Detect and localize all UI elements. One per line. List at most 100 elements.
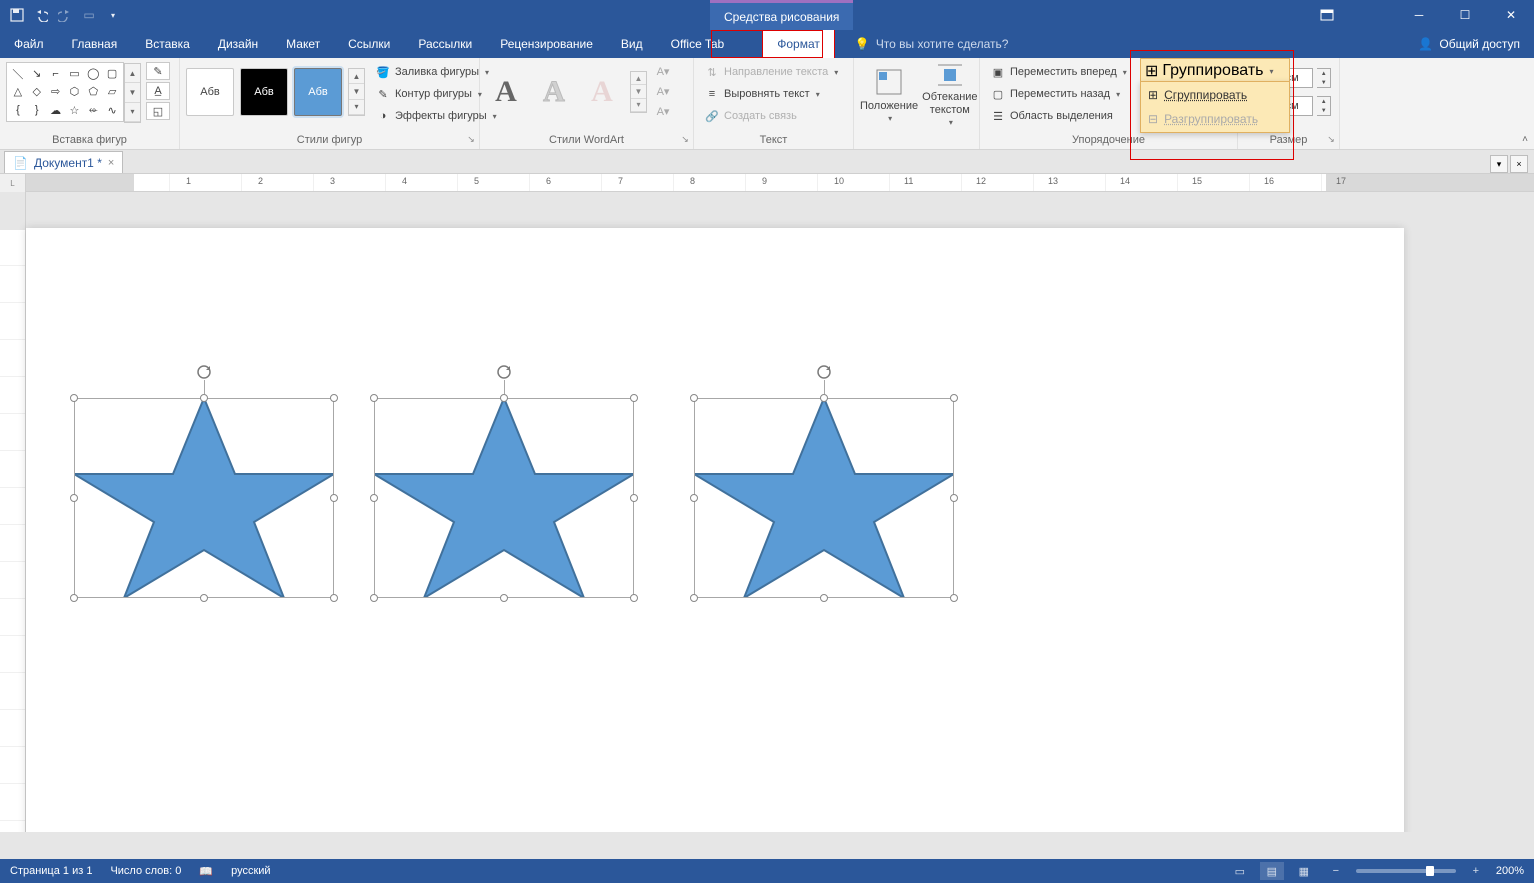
shape-hexagon-icon[interactable]: ⬡	[66, 83, 84, 100]
shapes-gallery[interactable]: ＼ ↘ ⌐ ▭ ◯ ▢ △ ◇ ⇨ ⬡ ⬠ ▱ { } ☁ ☆ ⬰ ∿ ▲▼▾	[6, 62, 124, 122]
status-words[interactable]: Число слов: 0	[110, 865, 181, 877]
wordart-gallery[interactable]: A A A ▲▼▾	[486, 62, 647, 122]
height-spinner[interactable]: ▲▼	[1317, 68, 1331, 88]
selection-pane-button[interactable]: ☰Область выделения	[986, 106, 1131, 126]
zoom-slider-thumb[interactable]	[1426, 866, 1434, 876]
shape-roundrect-icon[interactable]: ▢	[103, 65, 121, 82]
redo-icon[interactable]	[56, 6, 74, 24]
minimize-button[interactable]: ─	[1396, 0, 1442, 30]
shape-banner-icon[interactable]: ⬰	[84, 102, 102, 119]
resize-handle[interactable]	[690, 594, 698, 602]
maximize-button[interactable]: ☐	[1442, 0, 1488, 30]
tab-officetab[interactable]: Office Tab	[657, 30, 739, 58]
shape-star-2[interactable]	[374, 398, 634, 598]
resize-handle[interactable]	[330, 594, 338, 602]
resize-handle[interactable]	[370, 594, 378, 602]
tab-references[interactable]: Ссылки	[334, 30, 404, 58]
ruler-horizontal[interactable]: 1 2 3 4 5 6 7 8 9 10 11 12 13 14 15 16 1…	[26, 174, 1534, 192]
resize-handle[interactable]	[70, 594, 78, 602]
wrap-text-button[interactable]: Обтекание текстом▾	[922, 62, 977, 126]
shape-brace-icon[interactable]: {	[9, 102, 27, 119]
shape-brace2-icon[interactable]: }	[28, 102, 46, 119]
collapse-ribbon-icon[interactable]: ˄	[1522, 134, 1528, 145]
position-button[interactable]: Положение▾	[860, 62, 918, 126]
size-launcher-icon[interactable]: ↘	[1325, 134, 1337, 146]
shapes-gallery-scroll[interactable]: ▲▼▾	[124, 63, 141, 123]
change-shape-icon[interactable]: ◱	[146, 102, 170, 120]
ribbon-display-options-icon[interactable]	[1304, 0, 1350, 30]
resize-handle[interactable]	[950, 394, 958, 402]
shape-curve-icon[interactable]: ∿	[103, 102, 121, 119]
wordart-launcher-icon[interactable]: ↘	[679, 134, 691, 146]
zoom-level[interactable]: 200%	[1496, 865, 1524, 877]
rotate-handle[interactable]	[496, 364, 512, 380]
share-button[interactable]: 👤 Общий доступ	[1404, 30, 1534, 58]
tab-format[interactable]: Формат	[762, 30, 835, 58]
tab-close-icon[interactable]: ×	[1510, 155, 1528, 173]
tab-insert[interactable]: Вставка	[131, 30, 204, 58]
wordart-style-3[interactable]: A	[582, 72, 622, 112]
resize-handle[interactable]	[820, 594, 828, 602]
resize-handle[interactable]	[630, 394, 638, 402]
tell-me-search[interactable]: 💡 Что вы хотите сделать?	[835, 30, 1009, 58]
shape-triangle-icon[interactable]: △	[9, 83, 27, 100]
shape-star-3[interactable]	[694, 398, 954, 598]
shape-style-gallery[interactable]: Абв Абв Абв ▲▼▾	[186, 62, 365, 122]
align-text-button[interactable]: ≡Выровнять текст▾	[700, 84, 842, 104]
textbox-icon[interactable]: A̲	[146, 82, 170, 100]
ruler-vertical[interactable]	[0, 192, 26, 832]
shape-style-1[interactable]: Абв	[186, 68, 234, 116]
tab-layout[interactable]: Макет	[272, 30, 334, 58]
text-outline-icon[interactable]: A▾	[653, 82, 673, 101]
zoom-in-icon[interactable]: +	[1464, 862, 1488, 880]
touch-mode-icon[interactable]: ▭	[80, 6, 98, 24]
resize-handle[interactable]	[330, 494, 338, 502]
tab-list-icon[interactable]: ▾	[1490, 155, 1508, 173]
shape-style-2[interactable]: Абв	[240, 68, 288, 116]
close-button[interactable]: ✕	[1488, 0, 1534, 30]
shape-star-icon[interactable]: ☆	[66, 102, 84, 119]
tab-mailings[interactable]: Рассылки	[404, 30, 486, 58]
close-tab-icon[interactable]: ×	[108, 157, 114, 169]
zoom-out-icon[interactable]: −	[1324, 862, 1348, 880]
rotate-handle[interactable]	[196, 364, 212, 380]
resize-handle[interactable]	[690, 494, 698, 502]
shape-oval-icon[interactable]: ◯	[84, 65, 102, 82]
document-tab-1[interactable]: 📄 Документ1 * ×	[4, 151, 123, 173]
text-fill-icon[interactable]: A▾	[653, 62, 673, 81]
shape-rightarrow-icon[interactable]: ⇨	[47, 83, 65, 100]
shape-style-scroll[interactable]: ▲▼▾	[348, 68, 365, 116]
tab-view[interactable]: Вид	[607, 30, 657, 58]
resize-handle[interactable]	[330, 394, 338, 402]
shape-cloud-icon[interactable]: ☁	[47, 102, 65, 119]
shape-arrow-icon[interactable]: ↘	[28, 65, 46, 82]
rotate-handle[interactable]	[816, 364, 832, 380]
resize-handle[interactable]	[950, 594, 958, 602]
wordart-scroll[interactable]: ▲▼▾	[630, 71, 647, 113]
resize-handle[interactable]	[370, 394, 378, 402]
zoom-slider[interactable]	[1356, 869, 1456, 873]
undo-icon[interactable]	[32, 6, 50, 24]
wordart-style-1[interactable]: A	[486, 72, 526, 112]
tab-review[interactable]: Рецензирование	[486, 30, 607, 58]
web-layout-icon[interactable]: ▦	[1292, 862, 1316, 880]
resize-handle[interactable]	[820, 394, 828, 402]
resize-handle[interactable]	[690, 394, 698, 402]
wordart-style-2[interactable]: A	[534, 72, 574, 112]
print-layout-icon[interactable]: ▤	[1260, 862, 1284, 880]
resize-handle[interactable]	[500, 594, 508, 602]
document-page[interactable]	[26, 228, 1404, 832]
document-workspace[interactable]	[0, 192, 1534, 832]
send-backward-button[interactable]: ▢Переместить назад▾	[986, 84, 1131, 104]
status-page[interactable]: Страница 1 из 1	[10, 865, 92, 877]
resize-handle[interactable]	[200, 394, 208, 402]
shape-pentagon-icon[interactable]: ⬠	[84, 83, 102, 100]
resize-handle[interactable]	[370, 494, 378, 502]
width-spinner[interactable]: ▲▼	[1317, 96, 1331, 116]
tab-design[interactable]: Дизайн	[204, 30, 272, 58]
resize-handle[interactable]	[950, 494, 958, 502]
shape-diamond-icon[interactable]: ◇	[28, 83, 46, 100]
resize-handle[interactable]	[70, 394, 78, 402]
edit-shape-icon[interactable]: ✎	[146, 62, 170, 80]
read-mode-icon[interactable]: ▭	[1228, 862, 1252, 880]
